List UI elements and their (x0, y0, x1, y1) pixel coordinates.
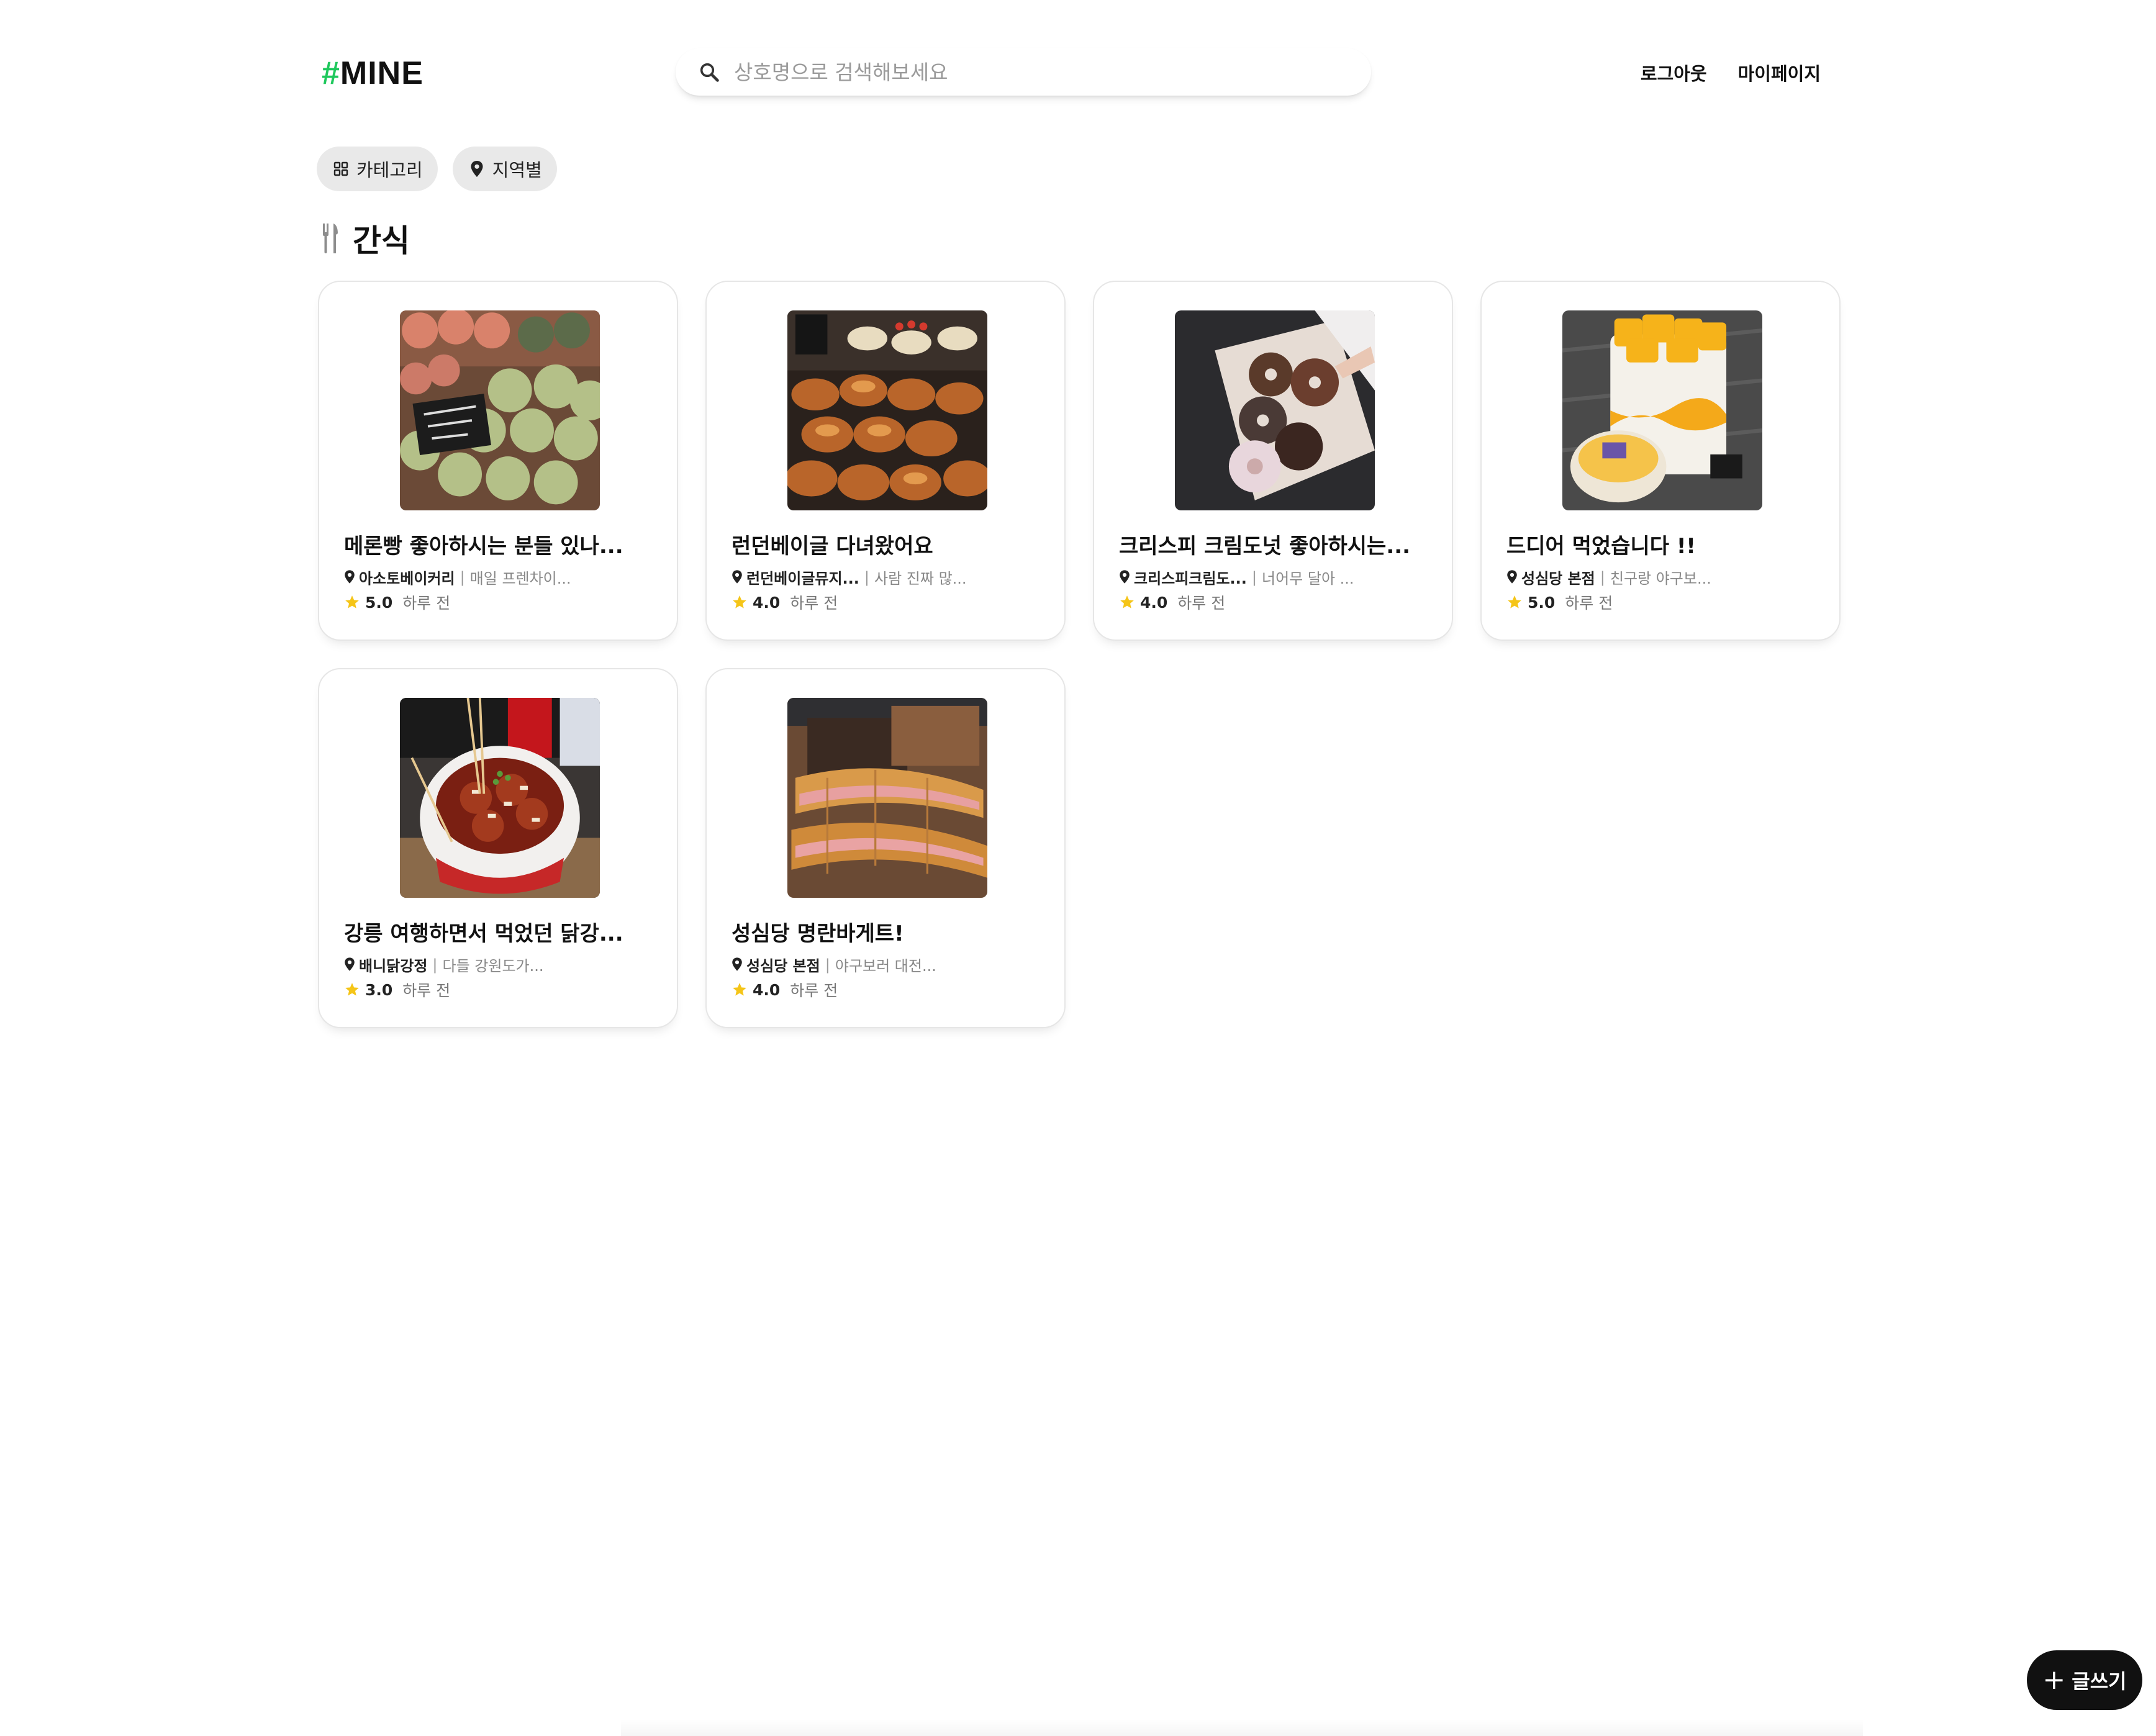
search-input[interactable] (733, 59, 1294, 85)
rating-score: 4.0 (753, 593, 781, 612)
post-time: 하루 전 (790, 982, 838, 1000)
post-time: 하루 전 (1177, 594, 1226, 612)
post-meta: 성심당 본점 | 야구보러 대전... (732, 954, 936, 975)
section-title: 간식 (353, 223, 410, 259)
post-desc: 너어무 달아 ... (1262, 570, 1354, 587)
post-rating: 5.0 하루 전 (344, 591, 450, 613)
post-title: 드디어 먹었습니다 !! (1506, 534, 1696, 559)
region-filter-label: 지역별 (492, 160, 542, 181)
region-filter-button[interactable]: 지역별 (452, 147, 557, 191)
post-card[interactable]: 런던베이글 다녀왔어요 런던베이글뮤지... | 사람 진짜 많... 4.0 … (705, 281, 1066, 641)
meta-separator: | (460, 568, 465, 586)
post-time: 하루 전 (1565, 594, 1613, 612)
write-post-label: 글쓰기 (2072, 1670, 2127, 1693)
meta-separator: | (1600, 568, 1605, 586)
bagels-photo (787, 310, 987, 510)
category-filter-label: 카테고리 (356, 160, 423, 181)
melon-bread-photo (400, 310, 600, 510)
post-desc: 매일 프렌차이... (469, 570, 571, 587)
post-card[interactable]: 크리스피 크림도넛 좋아하시는... 크리스피크림도... | 너어무 달아 .… (1093, 281, 1453, 641)
post-meta: 성심당 본점 | 친구랑 야구보... (1506, 566, 1711, 588)
post-desc: 사람 진짜 많... (874, 570, 967, 587)
bottom-shadow (621, 1720, 1863, 1736)
post-desc: 친구랑 야구보... (1610, 570, 1711, 587)
fork-knife-icon (318, 220, 343, 257)
post-title: 메론빵 좋아하시는 분들 있나... (344, 534, 623, 559)
logo-text: MINE (340, 55, 424, 91)
write-post-button[interactable]: + 글쓰기 (2027, 1650, 2142, 1710)
location-pin-icon (732, 569, 744, 585)
rating-score: 3.0 (365, 980, 393, 999)
filter-chips: 카테고리 지역별 (317, 147, 557, 191)
post-place: 아소토베이커리 (359, 570, 455, 587)
meta-separator: | (1251, 568, 1257, 586)
location-pin-icon (344, 569, 356, 585)
post-card[interactable]: 드디어 먹었습니다 !! 성심당 본점 | 친구랑 야구보... 5.0 하루 … (1480, 281, 1841, 641)
post-rating: 4.0 하루 전 (732, 979, 838, 1001)
star-icon (344, 982, 360, 998)
location-pin-icon (468, 160, 486, 178)
donuts-photo (1175, 310, 1375, 510)
post-place: 성심당 본점 (1521, 570, 1595, 587)
post-place: 크리스피크림도... (1134, 570, 1247, 587)
logout-link[interactable]: 로그아웃 (1641, 60, 1707, 86)
post-rating: 5.0 하루 전 (1506, 591, 1613, 613)
meta-separator: | (825, 956, 830, 974)
logo-hash: # (322, 55, 340, 91)
fried-chicken-photo (400, 698, 600, 898)
post-title: 성심당 명란바게트! (732, 921, 904, 946)
meta-separator: | (864, 568, 870, 586)
post-meta: 런던베이글뮤지... | 사람 진짜 많... (732, 566, 967, 588)
post-card[interactable]: 메론빵 좋아하시는 분들 있나... 아소토베이커리 | 매일 프렌차이... … (318, 281, 678, 641)
rating-score: 4.0 (753, 980, 781, 999)
top-nav: 로그아웃 마이페이지 (1641, 60, 1821, 86)
post-rating: 4.0 하루 전 (1119, 591, 1225, 613)
grid-icon (332, 160, 350, 178)
search-icon (697, 60, 722, 84)
search-bar[interactable] (676, 48, 1371, 96)
post-title: 크리스피 크림도넛 좋아하시는... (1119, 534, 1411, 559)
location-pin-icon (732, 957, 744, 973)
logo[interactable]: # MINE (322, 55, 424, 92)
category-filter-button[interactable]: 카테고리 (317, 147, 438, 191)
post-time: 하루 전 (402, 594, 451, 612)
post-rating: 4.0 하루 전 (732, 591, 838, 613)
location-pin-icon (344, 957, 356, 973)
star-icon (732, 594, 748, 610)
rating-score: 5.0 (1528, 593, 1556, 612)
post-desc: 야구보러 대전... (835, 957, 936, 975)
section-header: 간식 (318, 216, 410, 261)
post-grid: 메론빵 좋아하시는 분들 있나... 아소토베이커리 | 매일 프렌차이... … (318, 281, 1841, 1028)
post-place: 배니닭강정 (359, 957, 428, 975)
post-meta: 배니닭강정 | 다들 강원도가... (344, 954, 544, 975)
star-icon (344, 594, 360, 610)
post-time: 하루 전 (790, 594, 838, 612)
star-icon (1119, 594, 1135, 610)
mypage-link[interactable]: 마이페이지 (1738, 60, 1821, 86)
location-pin-icon (1506, 569, 1519, 585)
plus-icon: + (2042, 1664, 2066, 1696)
mango-cake-photo (1562, 310, 1762, 510)
post-place: 런던베이글뮤지... (746, 570, 859, 587)
meta-separator: | (432, 956, 438, 974)
post-desc: 다들 강원도가... (442, 957, 544, 975)
rating-score: 5.0 (365, 593, 393, 612)
post-title: 런던베이글 다녀왔어요 (732, 534, 933, 559)
baguette-photo (787, 698, 987, 898)
star-icon (732, 982, 748, 998)
post-time: 하루 전 (402, 982, 451, 1000)
post-rating: 3.0 하루 전 (344, 979, 450, 1001)
rating-score: 4.0 (1140, 593, 1168, 612)
location-pin-icon (1119, 569, 1131, 585)
post-meta: 크리스피크림도... | 너어무 달아 ... (1119, 566, 1354, 588)
post-card[interactable]: 강릉 여행하면서 먹었던 닭강... 배니닭강정 | 다들 강원도가... 3.… (318, 668, 678, 1028)
post-title: 강릉 여행하면서 먹었던 닭강... (344, 921, 623, 946)
post-meta: 아소토베이커리 | 매일 프렌차이... (344, 566, 571, 588)
post-place: 성심당 본점 (746, 957, 820, 975)
post-card[interactable]: 성심당 명란바게트! 성심당 본점 | 야구보러 대전... 4.0 하루 전 (705, 668, 1066, 1028)
star-icon (1506, 594, 1523, 610)
